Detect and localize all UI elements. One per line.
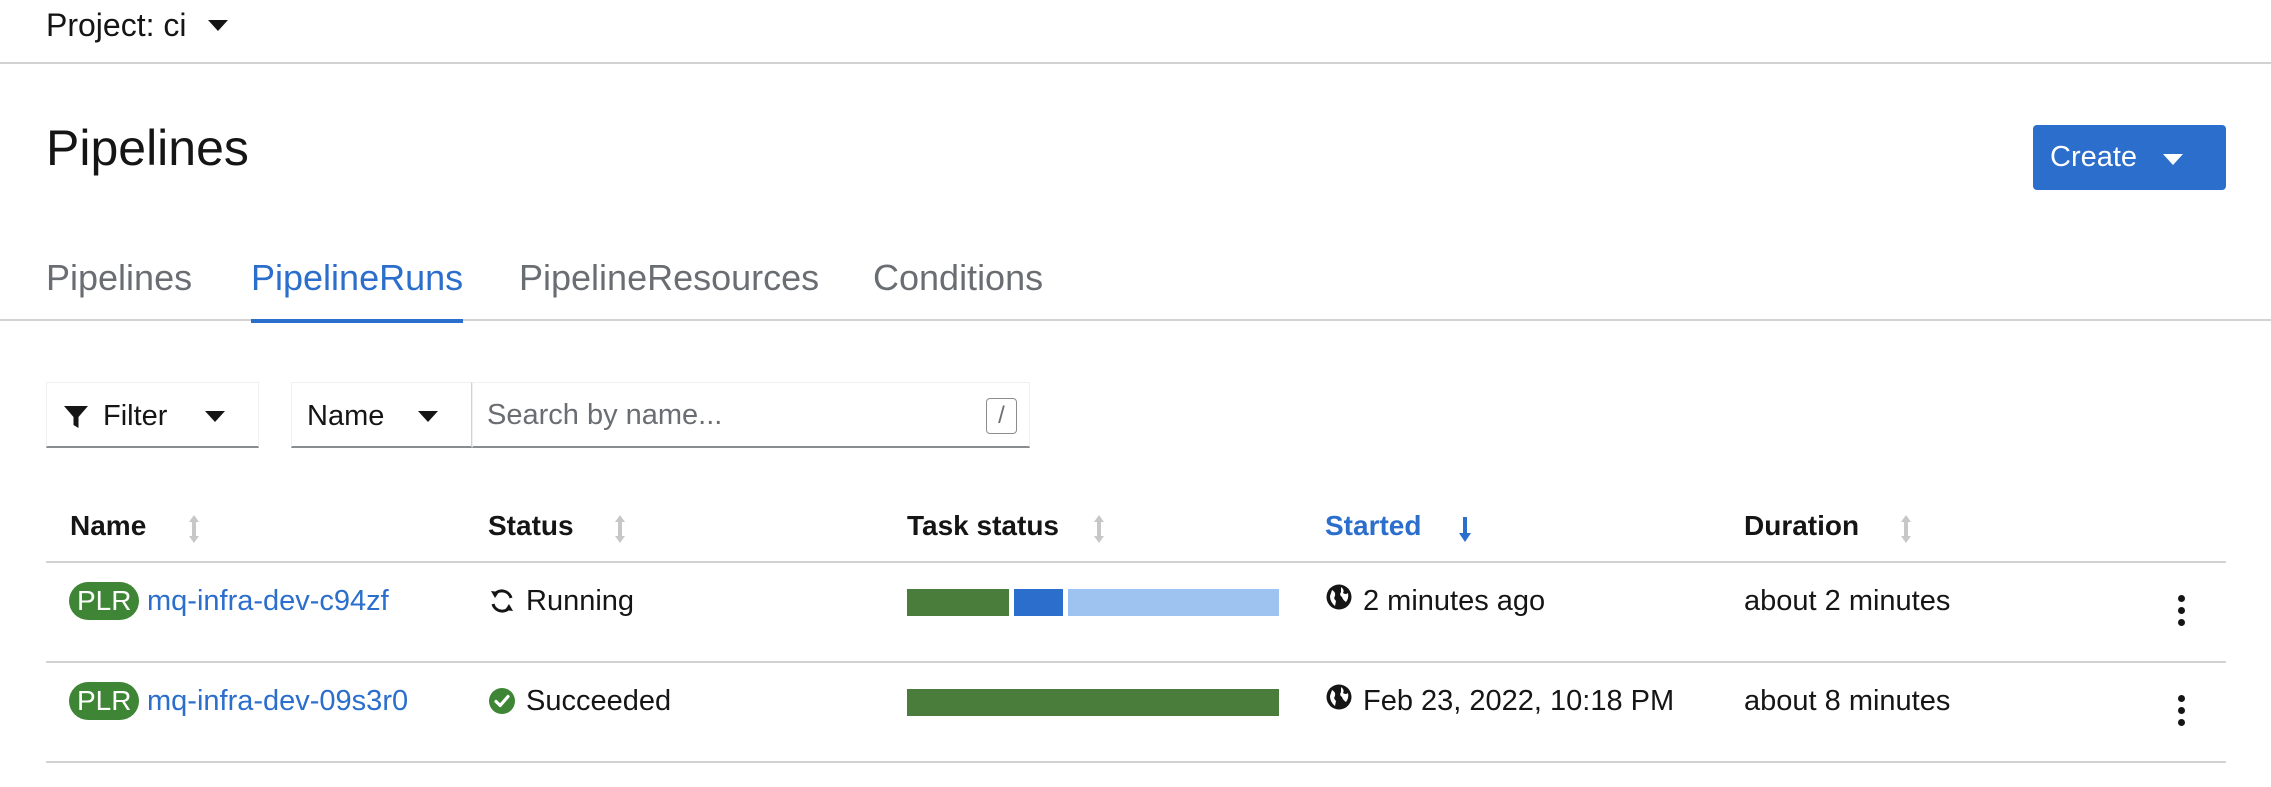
duration-text: about 2 minutes <box>1744 585 1951 617</box>
caret-down-icon <box>205 411 225 422</box>
pipelinerun-badge: PLR <box>69 582 140 620</box>
task-status-pending-segment <box>1068 589 1279 616</box>
globe-icon <box>1326 684 1352 710</box>
pipelinerun-link[interactable]: mq-infra-dev-c94zf <box>147 585 389 618</box>
pipelinerun-link[interactable]: mq-infra-dev-09s3r0 <box>147 685 408 718</box>
kebab-menu-icon[interactable] <box>2176 595 2186 627</box>
status-text: Running <box>526 585 635 617</box>
column-header-started[interactable]: Started <box>1325 510 1471 542</box>
column-header-label: Name <box>70 510 147 541</box>
project-bar: Project: ci <box>0 0 2271 64</box>
page-title: Pipelines <box>46 120 249 176</box>
column-header-duration[interactable]: Duration <box>1744 510 1911 543</box>
status-text: Succeeded <box>526 685 672 717</box>
tab-pipelines[interactable]: Pipelines <box>46 250 192 321</box>
sort-icon <box>1094 515 1104 543</box>
table-row: PLR mq-infra-dev-09s3r0 Succeeded Feb 23… <box>46 663 2226 763</box>
task-status-succeeded-segment <box>907 689 1279 716</box>
tab-conditions[interactable]: Conditions <box>873 250 1043 321</box>
project-selector-label: Project: ci <box>46 6 187 43</box>
filter-type-value: Name <box>307 400 385 432</box>
pipelinerun-badge: PLR <box>69 682 140 720</box>
pipelineruns-table: Name Status Task status Started Duration <box>46 490 2226 763</box>
column-header-name[interactable]: Name <box>70 510 199 543</box>
sort-icon <box>189 515 199 543</box>
sort-icon <box>615 515 625 543</box>
column-header-label: Duration <box>1744 510 1860 541</box>
tab-pipelineruns[interactable]: PipelineRuns <box>251 250 464 323</box>
check-circle-icon <box>489 688 515 714</box>
started-text: Feb 23, 2022, 10:18 PM <box>1363 685 1675 717</box>
tab-bar: Pipelines PipelineRuns PipelineResources… <box>0 250 2271 323</box>
filter-label: Filter <box>103 400 168 432</box>
column-header-label: Status <box>488 510 574 541</box>
sort-icon <box>1901 515 1911 543</box>
table-row: PLR mq-infra-dev-c94zf Running 2 minutes… <box>46 563 2226 663</box>
column-header-task-status[interactable]: Task status <box>907 510 1104 543</box>
kebab-menu-icon[interactable] <box>2176 695 2186 727</box>
keyboard-shortcut-hint: / <box>986 398 1017 434</box>
tab-pipelineresources[interactable]: PipelineResources <box>519 250 819 321</box>
filter-type-select[interactable]: Name <box>291 382 472 448</box>
sort-descending-icon <box>1459 517 1471 542</box>
globe-icon <box>1326 584 1352 610</box>
create-button[interactable]: Create <box>2033 125 2226 190</box>
search-input[interactable] <box>487 395 967 435</box>
task-status-succeeded-segment <box>907 589 1009 616</box>
search-box: / <box>472 382 1030 448</box>
column-header-label: Task status <box>907 510 1059 541</box>
column-header-label: Started <box>1325 510 1422 541</box>
filter-icon <box>64 406 88 428</box>
caret-down-icon <box>418 411 438 422</box>
filter-dropdown[interactable]: Filter <box>46 382 259 448</box>
create-button-label: Create <box>2050 141 2138 173</box>
table-header: Name Status Task status Started Duration <box>46 490 2226 563</box>
duration-text: about 8 minutes <box>1744 685 1951 717</box>
task-status-running-segment <box>1014 589 1063 616</box>
caret-down-icon <box>2163 154 2183 165</box>
caret-down-icon <box>208 19 229 31</box>
sync-icon <box>491 589 513 613</box>
column-header-status[interactable]: Status <box>488 510 625 543</box>
project-selector[interactable]: Project: ci <box>46 0 229 50</box>
started-text: 2 minutes ago <box>1363 585 1546 617</box>
